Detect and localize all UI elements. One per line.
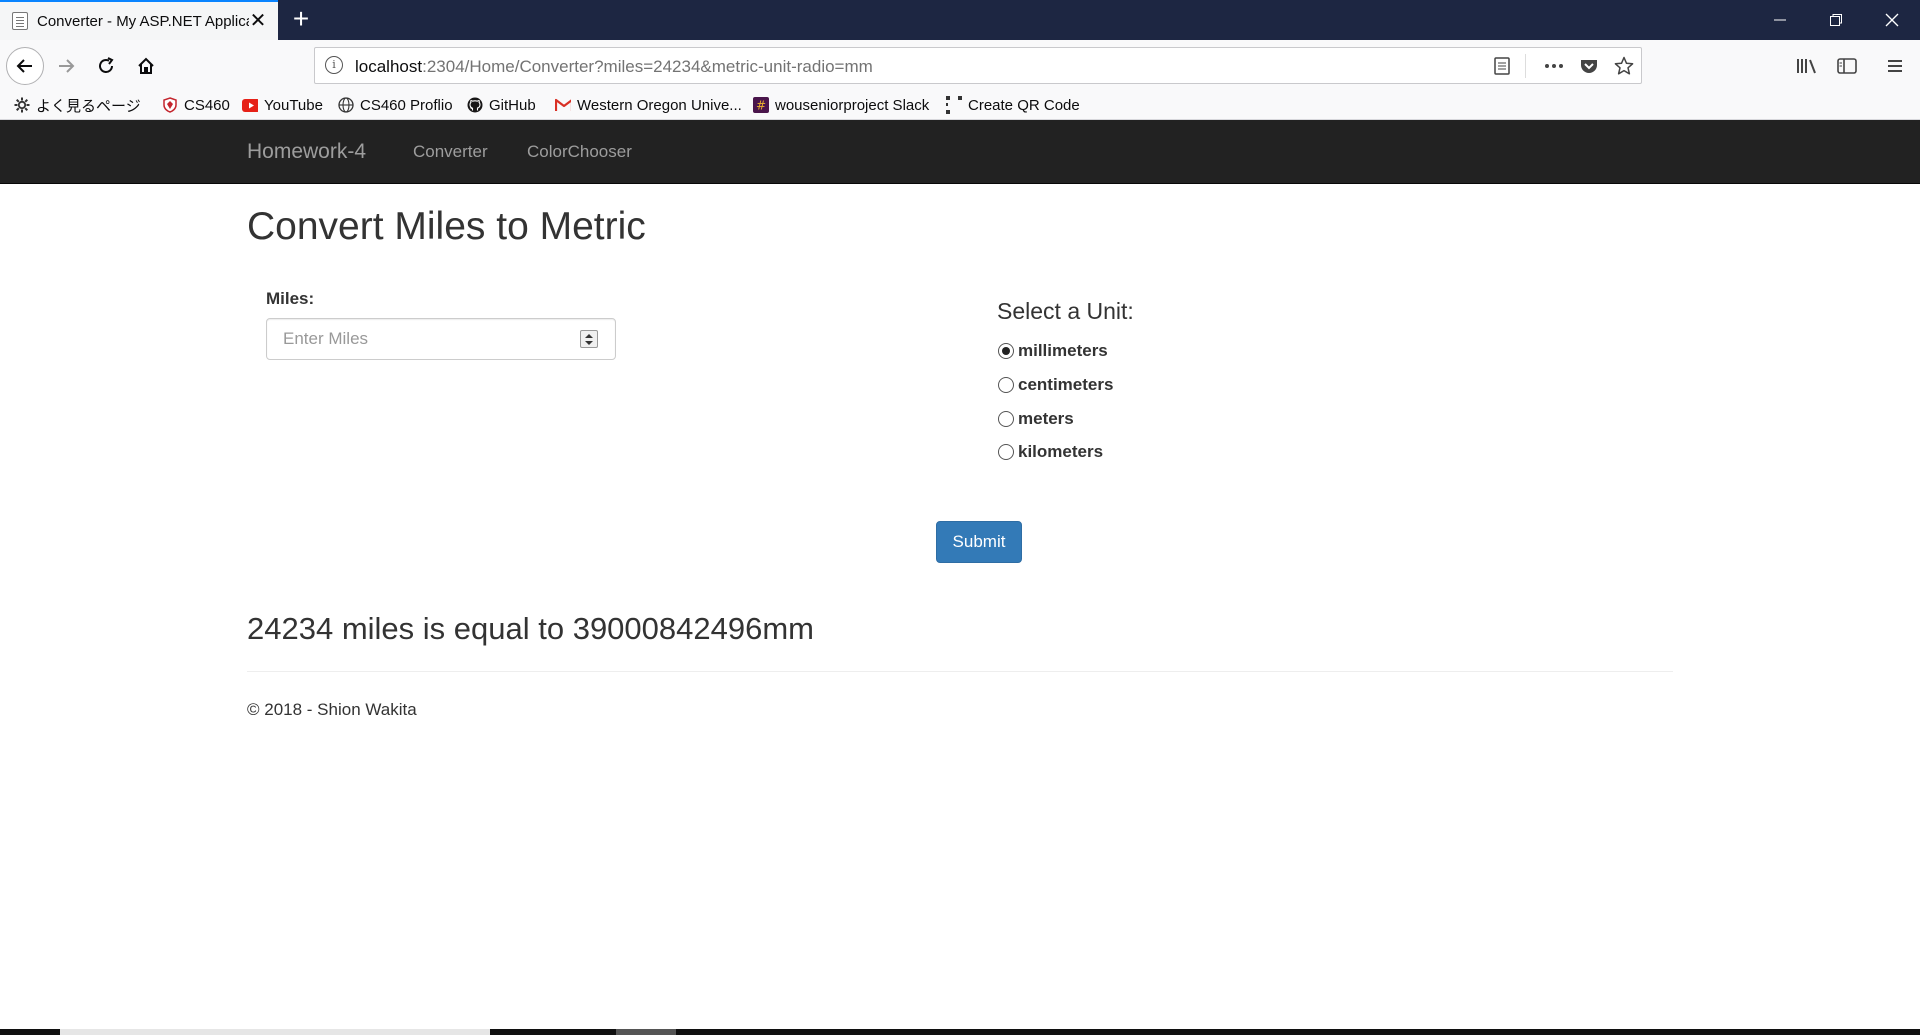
svg-text:#: # — [756, 99, 766, 113]
bookmark-label: GitHub — [489, 96, 536, 114]
library-icon[interactable] — [1794, 53, 1820, 79]
miles-label: Miles: — [266, 289, 315, 308]
radio-option-meters[interactable]: meters — [998, 409, 1074, 429]
taskbar-strip — [0, 1029, 1920, 1035]
taskbar-item[interactable] — [60, 1029, 490, 1035]
qr-icon — [946, 96, 962, 114]
minimize-icon — [1774, 19, 1786, 21]
number-spinner[interactable] — [580, 330, 598, 348]
back-button[interactable] — [6, 47, 44, 85]
browser-toolbar: i localhost:2304/Home/Converter?miles=24… — [0, 40, 1920, 91]
gmail-icon — [555, 97, 571, 113]
url-host: localhost — [355, 57, 423, 76]
close-tab-icon[interactable]: ✕ — [248, 11, 268, 31]
bookmark-label: よく見るページ — [36, 97, 141, 115]
conversion-result: 24234 miles is equal to 39000842496mm — [247, 611, 814, 646]
close-window-button[interactable] — [1864, 0, 1920, 40]
pocket-icon[interactable] — [1578, 55, 1600, 77]
miles-input[interactable] — [266, 318, 616, 360]
github-icon — [467, 97, 483, 113]
bookmark-label: Western Oregon Unive... — [577, 96, 742, 114]
submit-button[interactable]: Submit — [936, 521, 1022, 563]
radio-label: centimeters — [1018, 375, 1114, 394]
bookmark-label: YouTube — [264, 96, 323, 114]
nav-link-colorchooser[interactable]: ColorChooser — [527, 142, 632, 162]
radio-button-checked[interactable] — [998, 343, 1014, 359]
bookmark-most-visited[interactable]: よく見るページ — [14, 95, 141, 115]
home-button[interactable] — [128, 48, 164, 84]
gear-icon — [14, 97, 30, 113]
sidebar-icon[interactable] — [1834, 53, 1860, 79]
forward-button[interactable] — [48, 48, 84, 84]
menu-icon[interactable] — [1882, 53, 1908, 79]
browser-tab[interactable]: Converter - My ASP.NET Application ✕ — [0, 0, 278, 40]
radio-button[interactable] — [998, 444, 1014, 460]
reload-icon — [99, 57, 114, 73]
home-icon — [138, 57, 154, 74]
bookmarks-toolbar: よく見るページ CS460 YouTube CS460 Proflio GitH… — [0, 91, 1920, 120]
forward-arrow-icon — [59, 59, 75, 73]
site-navbar: Homework-4 Converter ColorChooser — [0, 120, 1920, 184]
bookmark-create-qr-code[interactable]: Create QR Code — [946, 95, 1080, 115]
url-separator — [1525, 54, 1526, 78]
site-info-icon[interactable]: i — [325, 56, 343, 74]
minimize-button[interactable] — [1752, 0, 1808, 40]
bookmark-western-oregon[interactable]: Western Oregon Unive... — [555, 95, 742, 115]
radio-label: millimeters — [1018, 341, 1108, 360]
globe-icon — [338, 97, 354, 113]
bookmark-label: CS460 — [184, 96, 230, 114]
radio-label: meters — [1018, 409, 1074, 428]
page-title: Convert Miles to Metric — [247, 205, 646, 248]
bookmark-star-icon[interactable] — [1613, 55, 1635, 77]
bookmark-label: wouseniorproject Slack — [775, 96, 930, 114]
bookmark-github[interactable]: GitHub — [467, 95, 536, 115]
nav-link-converter[interactable]: Converter — [413, 142, 488, 162]
bookmark-youtube[interactable]: YouTube — [242, 95, 323, 115]
radio-option-centimeters[interactable]: centimeters — [998, 375, 1113, 395]
radio-label: kilometers — [1018, 442, 1104, 461]
page-icon — [12, 12, 28, 30]
back-arrow-icon — [16, 59, 32, 73]
radio-button[interactable] — [998, 411, 1014, 427]
radio-option-kilometers[interactable]: kilometers — [998, 442, 1103, 462]
restore-button[interactable] — [1808, 0, 1864, 40]
url-path: :2304/Home/Converter?miles=24234&metric-… — [422, 57, 873, 76]
tab-title: Converter - My ASP.NET Application — [37, 12, 249, 30]
bookmark-slack[interactable]: # wouseniorproject Slack — [753, 95, 929, 115]
footer-text: © 2018 - Shion Wakita — [247, 700, 417, 719]
bookmark-cs460[interactable]: CS460 — [162, 95, 230, 115]
youtube-icon — [242, 97, 258, 113]
close-icon — [1885, 13, 1899, 27]
bookmark-cs460-proflio[interactable]: CS460 Proflio — [338, 95, 453, 115]
reload-button[interactable] — [88, 48, 124, 84]
radio-button[interactable] — [998, 377, 1014, 393]
address-bar[interactable]: i localhost:2304/Home/Converter?miles=24… — [314, 47, 1642, 84]
taskbar-item[interactable] — [616, 1029, 676, 1035]
radio-option-millimeters[interactable]: millimeters — [998, 341, 1108, 361]
new-tab-button[interactable]: + — [289, 4, 313, 34]
slack-icon: # — [753, 97, 769, 113]
bookmark-label: CS460 Proflio — [360, 96, 453, 114]
site-brand[interactable]: Homework-4 — [247, 140, 366, 164]
unit-heading: Select a Unit: — [997, 298, 1134, 324]
reader-view-icon[interactable] — [1491, 55, 1513, 77]
footer-divider — [247, 671, 1673, 672]
bookmark-label: Create QR Code — [968, 96, 1080, 114]
browser-titlebar: Converter - My ASP.NET Application ✕ + — [0, 0, 1920, 40]
restore-icon — [1830, 14, 1842, 26]
shield-icon — [162, 97, 178, 113]
url-text[interactable]: localhost:2304/Home/Converter?miles=2423… — [355, 57, 873, 77]
page-actions-icon[interactable] — [1543, 55, 1565, 77]
